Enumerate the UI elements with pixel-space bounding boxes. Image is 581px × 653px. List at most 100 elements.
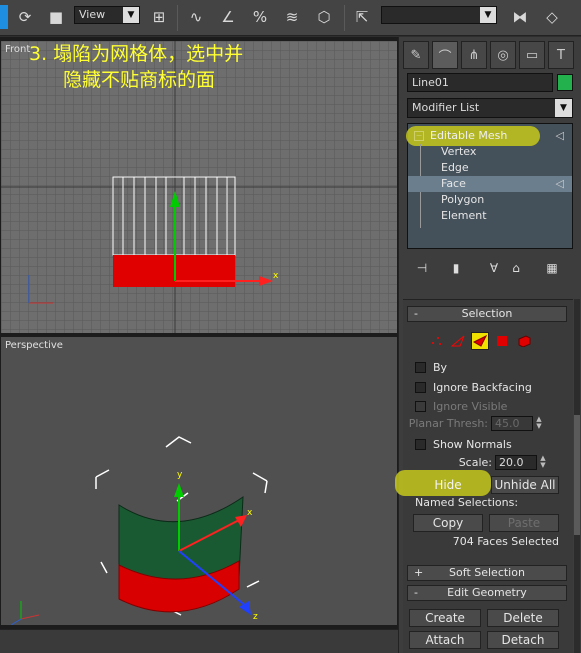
gizmo-y-label: y [177, 470, 183, 480]
rotate-icon[interactable]: ⟳ [13, 5, 37, 29]
vertex-mode-icon[interactable] [427, 332, 445, 350]
show-normals-checkbox-row[interactable]: Show Normals [415, 437, 565, 453]
ignore-backfacing-checkbox[interactable] [415, 382, 426, 393]
object-color-swatch[interactable] [557, 74, 573, 91]
chevron-down-icon[interactable]: ▼ [555, 99, 572, 117]
percent-snap-icon[interactable]: % [248, 5, 272, 29]
ignore-visible-checkbox [415, 401, 426, 412]
angle-snap-icon[interactable]: ∠ [216, 5, 240, 29]
reference-coordinate-select[interactable]: View ▼ [74, 6, 140, 24]
tripod-z [10, 618, 22, 625]
command-panel-tabs: ✎ ⌒ ⋔ ◎ ▭ T [403, 41, 579, 69]
hide-button[interactable]: Hide [413, 476, 483, 494]
named-selection-icon[interactable]: ⬡ [312, 5, 336, 29]
subobject-indicator-icon: ◁ [555, 177, 564, 190]
rollout-title: Soft Selection [449, 566, 525, 579]
stack-toolbar: ⊣ ▮ ∀ ⌂ ▦ [407, 257, 573, 279]
motion-tab-icon[interactable]: ◎ [490, 41, 516, 69]
stack-item-label: Element [441, 209, 487, 222]
modifier-stack: − Editable Mesh ◁ Vertex Edge Face ◁ Pol… [406, 123, 573, 249]
create-button[interactable]: Create [409, 609, 481, 627]
selection-rollout-header[interactable]: - Selection [407, 306, 567, 322]
subobject-indicator-icon: ◁ [555, 129, 564, 142]
element-mode-icon[interactable] [515, 332, 533, 350]
planar-thresh-label: Planar Thresh: [408, 417, 488, 430]
show-normals-checkbox[interactable] [415, 439, 426, 450]
ignore-visible-label: Ignore Visible [433, 400, 508, 413]
stack-item-edge[interactable]: Edge [408, 160, 572, 176]
command-panel-scrollbar[interactable] [574, 299, 580, 653]
collapse-toggle[interactable]: − [414, 131, 424, 141]
utilities-tab-icon[interactable]: T [548, 41, 574, 69]
stack-item-element[interactable]: Element [408, 208, 572, 224]
annotation-line-2: 隐藏不贴商标的面 [63, 69, 216, 91]
stack-item-vertex[interactable]: Vertex [408, 144, 572, 160]
spinner-snap-icon[interactable]: ≋ [280, 5, 304, 29]
paste-button: Paste [489, 514, 559, 532]
pivot-center-icon[interactable]: ⊞ [147, 5, 171, 29]
show-normals-label: Show Normals [433, 438, 512, 451]
edge-mode-icon[interactable] [449, 332, 467, 350]
hierarchy-tab-icon[interactable]: ⋔ [461, 41, 487, 69]
tripod-x [20, 614, 40, 620]
stack-item-editable-mesh[interactable]: − Editable Mesh ◁ [408, 128, 572, 144]
front-viewport[interactable]: x Front 3. 塌陷为网格体，选中并 隐藏不贴商标的面 [1, 41, 397, 333]
display-tab-icon[interactable]: ▭ [519, 41, 545, 69]
collapse-icon: - [414, 307, 418, 320]
delete-button[interactable]: Delete [487, 609, 559, 627]
toolbar-separator [177, 5, 178, 31]
polygon-mode-icon[interactable] [493, 332, 511, 350]
viewport-label[interactable]: Perspective [5, 340, 63, 351]
scale-field[interactable]: 20.0 [495, 455, 537, 470]
show-end-result-icon[interactable]: ▮ [445, 257, 467, 279]
edit-geometry-rollout-header[interactable]: - Edit Geometry [407, 585, 567, 601]
snap-3d-icon[interactable]: ∿ [184, 5, 208, 29]
ignore-visible-checkbox-row: Ignore Visible [415, 399, 565, 415]
unhide-all-button[interactable]: Unhide All [491, 476, 559, 494]
soft-selection-rollout-header[interactable]: + Soft Selection [407, 565, 567, 581]
detach-button[interactable]: Detach [487, 631, 559, 649]
perspective-viewport[interactable]: y x z Perspective [1, 337, 397, 625]
configure-modifier-sets-icon[interactable]: ▦ [541, 257, 563, 279]
create-tab-icon[interactable]: ✎ [403, 41, 429, 69]
rollout-area: - Selection By Ignore Backfacing Ignore … [395, 299, 573, 653]
by-vertex-checkbox-row[interactable]: By [415, 360, 565, 376]
modify-tab-icon[interactable]: ⌒ [432, 41, 458, 69]
scale-spinner[interactable]: Scale: 20.0 ▲ ▼ [459, 455, 555, 471]
rollout-title: Selection [461, 307, 513, 320]
selection-status: 704 Faces Selected [452, 535, 559, 548]
modifier-list-dropdown[interactable]: Modifier List ▼ [407, 98, 573, 118]
modifier-list-label: Modifier List [412, 101, 480, 114]
face-mode-icon[interactable] [471, 332, 489, 350]
ignore-backfacing-checkbox-row[interactable]: Ignore Backfacing [415, 380, 565, 396]
viewport-label[interactable]: Front [5, 44, 30, 55]
planar-thresh-spinner: Planar Thresh: 45.0 ▲ ▼ [409, 415, 551, 432]
stack-item-polygon[interactable]: Polygon [408, 192, 572, 208]
scrollbar-thumb[interactable] [574, 415, 580, 535]
named-selection-set-combo[interactable]: ▼ [381, 6, 497, 24]
spinner-arrows-icon: ▲ ▼ [536, 415, 542, 430]
make-unique-icon[interactable]: ∀ [483, 257, 505, 279]
tutorial-annotation: 3. 塌陷为网格体，选中并 隐藏不贴商标的面 [29, 41, 243, 93]
viewport-area: x Front 3. 塌陷为网格体，选中并 隐藏不贴商标的面 y x z Per… [0, 37, 398, 653]
scale-icon[interactable]: ■ [44, 5, 68, 29]
remove-modifier-icon[interactable]: ⌂ [505, 257, 527, 279]
gizmo-x-label: x [247, 508, 253, 518]
attach-button[interactable]: Attach [409, 631, 481, 649]
planar-thresh-field: 45.0 [491, 416, 533, 431]
align-icon[interactable]: ◇ [540, 5, 564, 29]
copy-button[interactable]: Copy [413, 514, 483, 532]
chevron-down-icon[interactable]: ▼ [123, 7, 139, 23]
pin-stack-icon[interactable]: ⊣ [411, 257, 433, 279]
object-name-field[interactable]: Line01 [407, 73, 553, 92]
stack-item-face[interactable]: Face ◁ [408, 176, 572, 192]
gizmo-z-label: z [253, 612, 258, 622]
edit-named-selection-icon[interactable]: ⇱ [350, 5, 374, 29]
mirror-icon[interactable]: ⧓ [508, 5, 532, 29]
spinner-arrows-icon[interactable]: ▲ ▼ [539, 455, 547, 470]
by-vertex-checkbox[interactable] [415, 362, 426, 373]
ignore-backfacing-label: Ignore Backfacing [433, 381, 532, 394]
stack-item-label: Edge [441, 161, 469, 174]
chevron-down-icon[interactable]: ▼ [480, 7, 496, 23]
stack-item-label: Polygon [441, 193, 485, 206]
